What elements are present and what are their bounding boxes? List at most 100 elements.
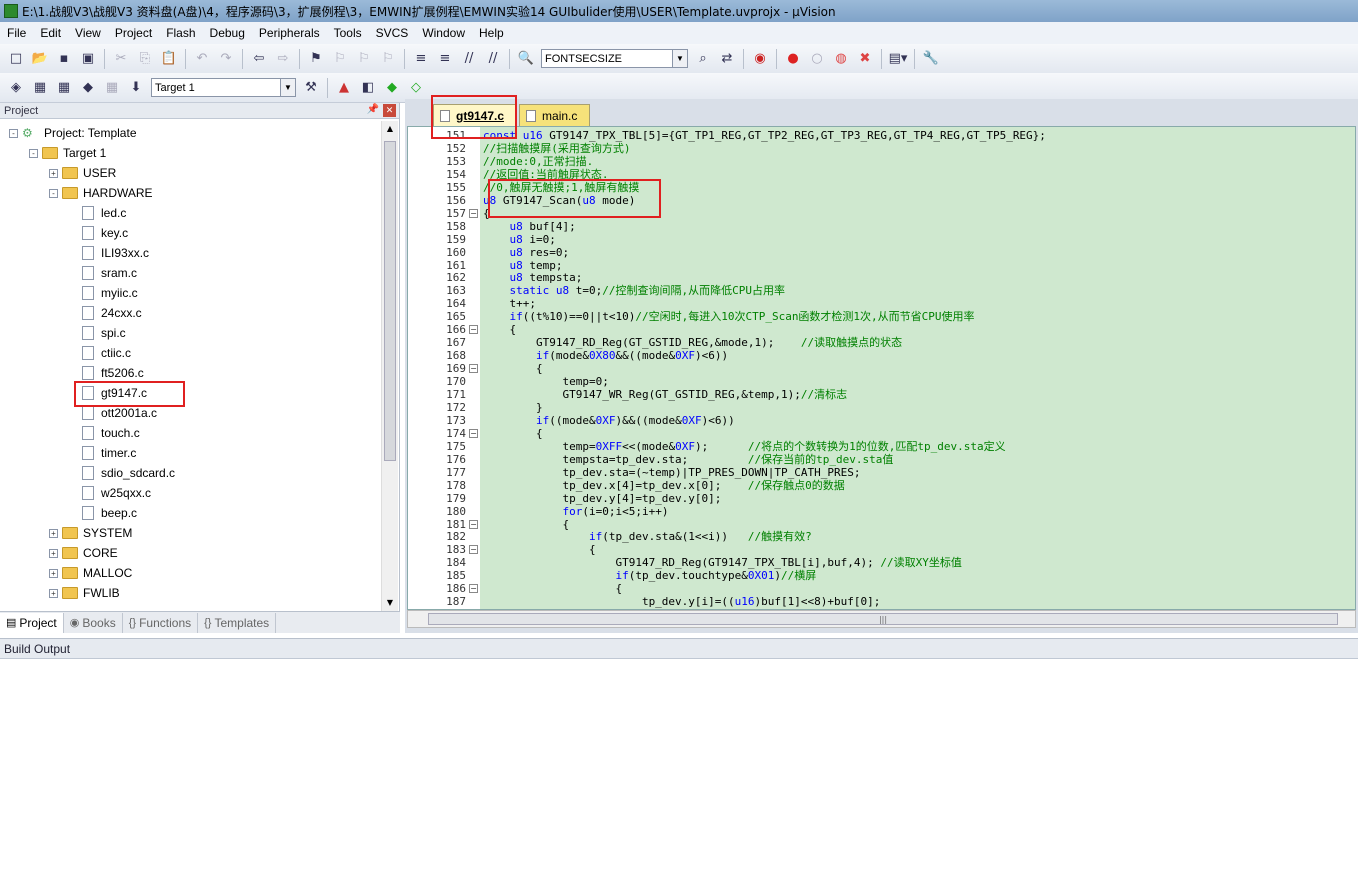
save-icon[interactable]: ▪ xyxy=(53,48,75,70)
menu-window[interactable]: Window xyxy=(415,23,472,43)
tree-group-user[interactable]: + USER xyxy=(49,163,116,183)
menu-flash[interactable]: Flash xyxy=(159,23,202,43)
nav-forward-icon[interactable]: ⇨ xyxy=(272,48,294,70)
copy-icon[interactable]: ⎘ xyxy=(134,48,156,70)
paste-icon[interactable]: 📋 xyxy=(158,48,180,70)
menu-file[interactable]: File xyxy=(0,23,33,43)
tree-file-key-c[interactable]: key.c xyxy=(69,223,128,243)
tree-file-beep-c[interactable]: beep.c xyxy=(69,503,137,523)
tree-group-hardware[interactable]: - HARDWARE xyxy=(49,183,153,203)
menu-debug[interactable]: Debug xyxy=(203,23,252,43)
find-in-files-icon[interactable]: 🔍 xyxy=(515,48,537,70)
menu-peripherals[interactable]: Peripherals xyxy=(252,23,327,43)
download-icon[interactable]: ⬇ xyxy=(125,77,147,99)
tree-file-ctiic-c[interactable]: ctiic.c xyxy=(69,343,131,363)
batch-build-icon[interactable]: ◆ xyxy=(77,77,99,99)
tree-file-myiic-c[interactable]: myiic.c xyxy=(69,283,138,303)
code-editor[interactable]: 151 152 153 154 155 156 157−158 159 160 161 162 163… xyxy=(407,126,1356,610)
collapse-icon[interactable]: - xyxy=(49,188,58,198)
hscroll-thumb[interactable]: ||| xyxy=(428,613,1338,625)
open-file-icon[interactable]: 📂 xyxy=(29,48,51,70)
redo-icon[interactable]: ↷ xyxy=(215,48,237,70)
new-file-icon[interactable]: □ xyxy=(5,48,27,70)
tree-file-touch-c[interactable]: touch.c xyxy=(69,423,140,443)
menu-view[interactable]: View xyxy=(68,23,108,43)
fold-toggle-icon[interactable]: − xyxy=(469,209,478,218)
horizontal-scrollbar[interactable]: ||| xyxy=(407,610,1356,628)
fold-toggle-icon[interactable]: − xyxy=(469,545,478,554)
chevron-down-icon[interactable]: ▼ xyxy=(280,79,295,96)
tree-file-ili93xx-c[interactable]: ILI93xx.c xyxy=(69,243,149,263)
pin-icon[interactable]: 📌 xyxy=(367,104,379,115)
tree-file-timer-c[interactable]: timer.c xyxy=(69,443,136,463)
menu-tools[interactable]: Tools xyxy=(327,23,369,43)
stop-build-icon[interactable]: ▦ xyxy=(101,77,123,99)
tree-file-ott2001a-c[interactable]: ott2001a.c xyxy=(69,403,157,423)
tree-group-core[interactable]: + CORE xyxy=(49,543,118,563)
editor-tab-main-c[interactable]: main.c xyxy=(519,104,591,126)
target-options-icon[interactable]: ⚒ xyxy=(300,77,322,99)
editor-tab-gt9147-c[interactable]: gt9147.c xyxy=(433,104,518,126)
tree-file-gt9147-c[interactable]: gt9147.c xyxy=(69,383,147,403)
prev-bookmark-icon[interactable]: ⚐ xyxy=(329,48,351,70)
fold-toggle-icon[interactable]: − xyxy=(469,520,478,529)
save-all-icon[interactable]: ▣ xyxy=(77,48,99,70)
tree-project-root[interactable]: - ⚙ Project: Template xyxy=(9,123,137,143)
window-layout-icon[interactable]: ▤▾ xyxy=(887,48,909,70)
scroll-down-icon[interactable]: ▼ xyxy=(382,595,398,611)
tree-group-malloc[interactable]: + MALLOC xyxy=(49,563,132,583)
menu-svcs[interactable]: SVCS xyxy=(369,23,416,43)
find-icon[interactable]: ⌕ xyxy=(692,48,714,70)
expand-icon[interactable]: + xyxy=(49,168,58,178)
next-bookmark-icon[interactable]: ⚐ xyxy=(353,48,375,70)
tree-file-w25qxx-c[interactable]: w25qxx.c xyxy=(69,483,151,503)
fold-toggle-icon[interactable]: − xyxy=(469,584,478,593)
tree-group-fwlib[interactable]: + FWLIB xyxy=(49,583,120,603)
menu-project[interactable]: Project xyxy=(108,23,159,43)
expand-icon[interactable]: + xyxy=(49,528,58,538)
tab-templates[interactable]: {} Templates xyxy=(198,612,277,633)
expand-icon[interactable]: + xyxy=(49,548,58,558)
disable-all-breakpoints-icon[interactable]: ◍ xyxy=(830,48,852,70)
close-icon[interactable]: ✕ xyxy=(383,104,396,117)
scroll-up-icon[interactable]: ▲ xyxy=(382,121,398,137)
collapse-icon[interactable]: - xyxy=(29,148,38,158)
breakpoint-icon[interactable]: ● xyxy=(782,48,804,70)
chevron-down-icon[interactable]: ▼ xyxy=(672,50,687,67)
tree-file-sram-c[interactable]: sram.c xyxy=(69,263,137,283)
manage-project-items-icon[interactable]: ▲ xyxy=(333,77,355,99)
configure-icon[interactable]: 🔧 xyxy=(920,48,942,70)
tree-file-led-c[interactable]: led.c xyxy=(69,203,126,223)
disable-breakpoint-icon[interactable]: ○ xyxy=(806,48,828,70)
kill-all-breakpoints-icon[interactable]: ✖ xyxy=(854,48,876,70)
select-packs-icon[interactable]: ◆ xyxy=(381,77,403,99)
undo-icon[interactable]: ↶ xyxy=(191,48,213,70)
comment-icon[interactable]: // xyxy=(458,48,480,70)
tree-file-sdio-sdcard-c[interactable]: sdio_sdcard.c xyxy=(69,463,175,483)
uncomment-icon[interactable]: // xyxy=(482,48,504,70)
cut-icon[interactable]: ✂ xyxy=(110,48,132,70)
tree-scrollbar[interactable]: ▲ ▼ xyxy=(381,121,398,611)
expand-icon[interactable]: + xyxy=(49,568,58,578)
tab-project[interactable]: ▤ Project xyxy=(0,612,64,633)
manage-environment-icon[interactable]: ◧ xyxy=(357,77,379,99)
scroll-thumb[interactable] xyxy=(384,141,396,461)
manage-rte-icon[interactable]: ◇ xyxy=(405,77,427,99)
rebuild-icon[interactable]: ▦ xyxy=(53,77,75,99)
menu-edit[interactable]: Edit xyxy=(33,23,68,43)
tree-file-ft5206-c[interactable]: ft5206.c xyxy=(69,363,144,383)
tree-target[interactable]: - Target 1 xyxy=(29,143,106,163)
expand-icon[interactable]: + xyxy=(49,588,58,598)
bookmark-icon[interactable]: ⚑ xyxy=(305,48,327,70)
find-combo[interactable]: FONTSECSIZE ▼ xyxy=(541,49,688,68)
indent-icon[interactable]: ≡ xyxy=(410,48,432,70)
debug-session-icon[interactable]: ◉ xyxy=(749,48,771,70)
translate-icon[interactable]: ◈ xyxy=(5,77,27,99)
unindent-icon[interactable]: ≡ xyxy=(434,48,456,70)
tree-group-system[interactable]: + SYSTEM xyxy=(49,523,132,543)
build-icon[interactable]: ▦ xyxy=(29,77,51,99)
replace-icon[interactable]: ⇄ xyxy=(716,48,738,70)
fold-toggle-icon[interactable]: − xyxy=(469,429,478,438)
collapse-icon[interactable]: - xyxy=(9,128,18,138)
tree-file-24cxx-c[interactable]: 24cxx.c xyxy=(69,303,142,323)
